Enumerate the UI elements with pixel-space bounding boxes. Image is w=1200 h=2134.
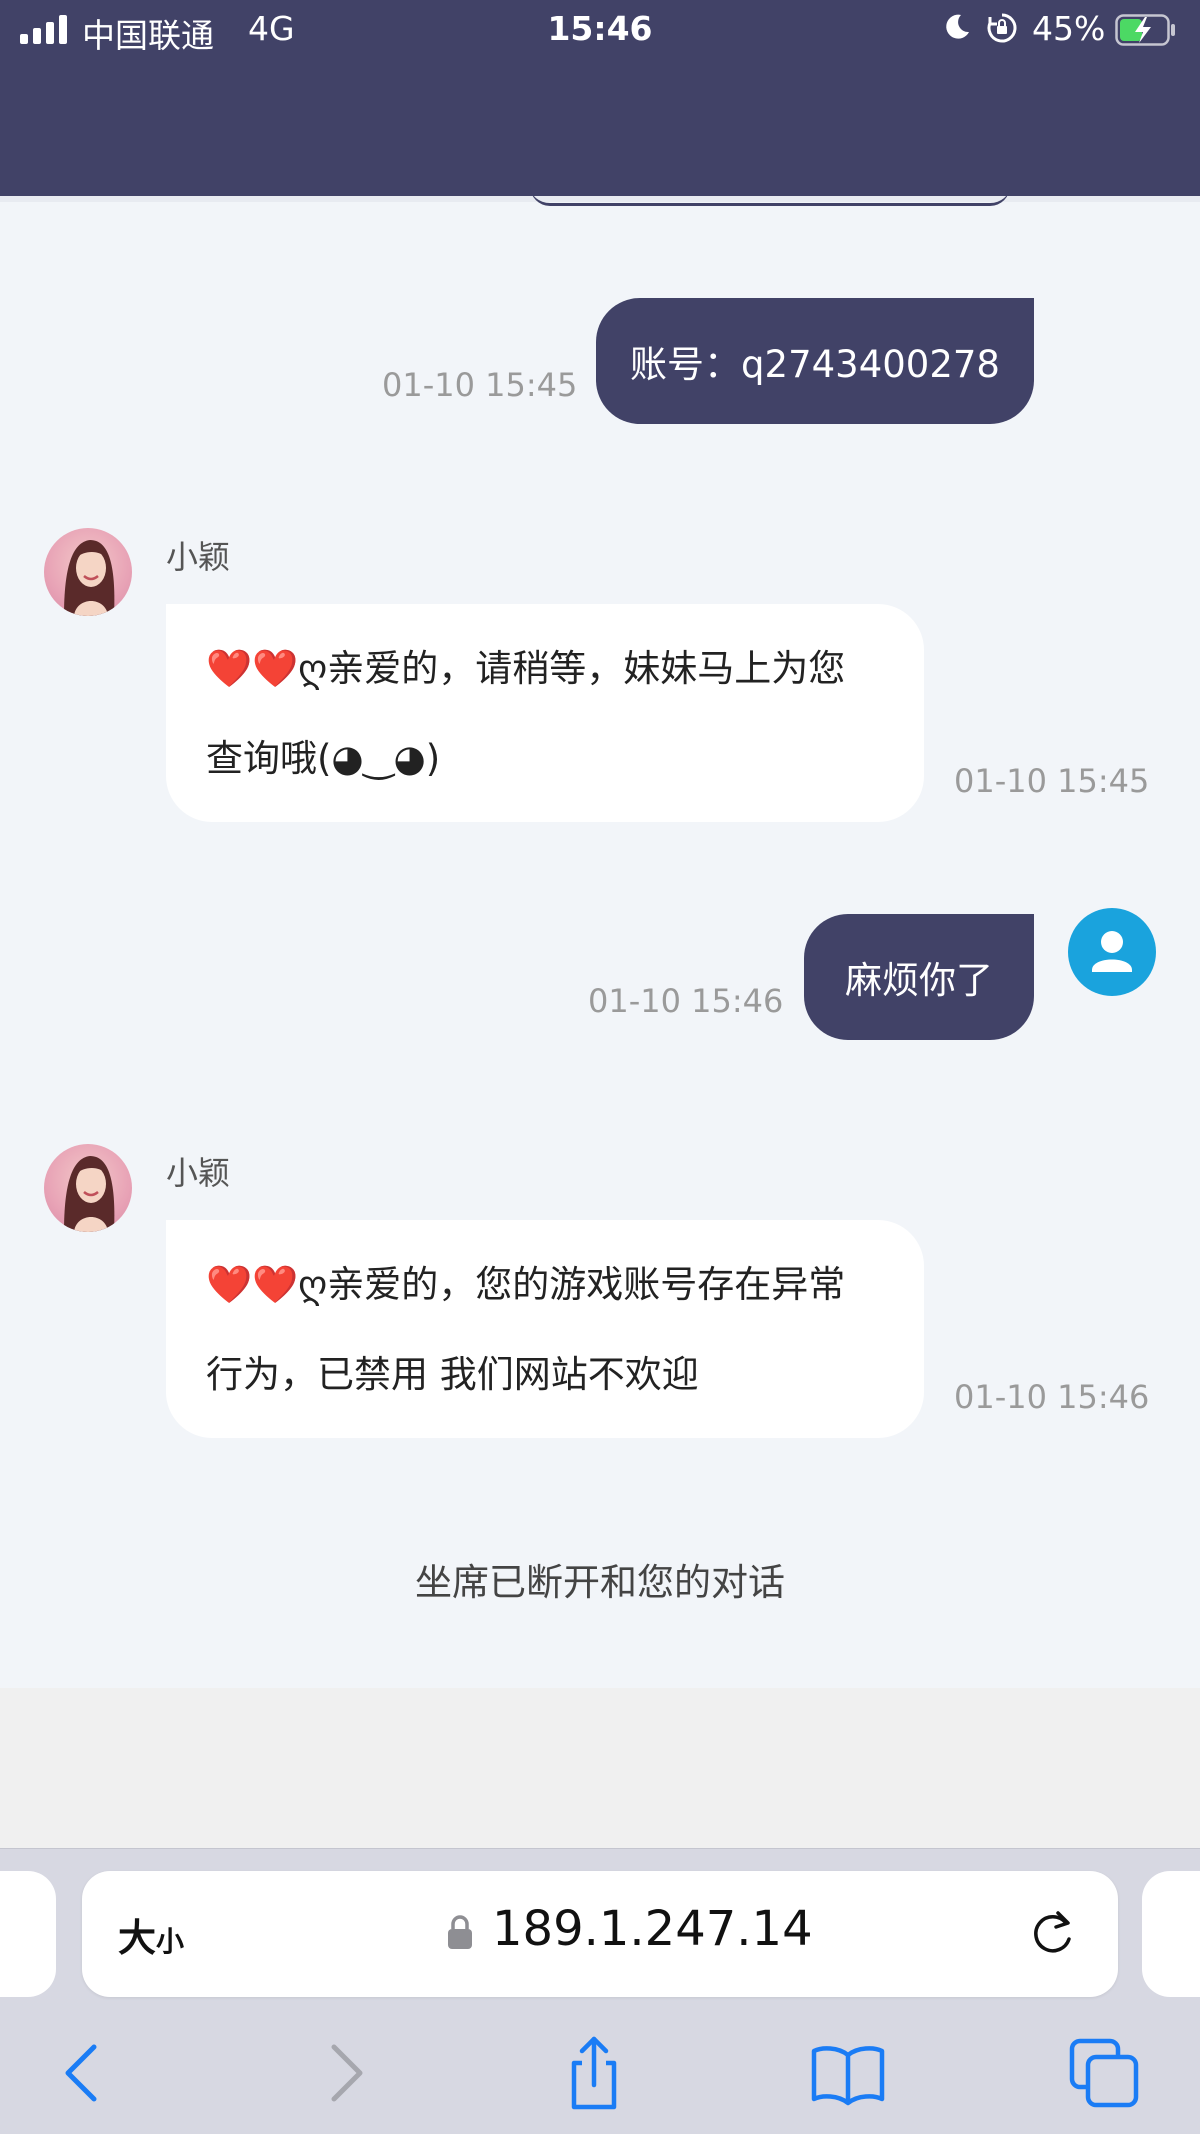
agent-avatar[interactable] [44, 528, 132, 616]
message-time: 01-10 15:45 [954, 762, 1150, 800]
text-size-small-label: 小 [156, 1925, 185, 1958]
app-header: 中国联通 4G 15:46 45% [0, 0, 1200, 196]
share-icon[interactable] [554, 2033, 634, 2113]
blank-input-area [0, 1688, 1200, 1848]
message-time: 01-10 15:46 [588, 982, 784, 1020]
message-line: 查询哦(◕‿◕) [206, 737, 441, 780]
message-line: ❤️❤️ღ亲爱的，请稍等，妹妹马上为您 [206, 647, 846, 690]
message-line: ❤️❤️ღ亲爱的，您的游戏账号存在异常 [206, 1263, 846, 1306]
previous-message-edge [530, 186, 1010, 206]
next-tab-pill[interactable] [1142, 1871, 1200, 1997]
back-icon[interactable] [44, 2033, 124, 2113]
reload-icon[interactable] [1028, 1907, 1078, 1959]
agent-name: 小颖 [166, 1154, 231, 1192]
previous-tab-pill[interactable] [0, 1871, 56, 1997]
user-person-icon [1092, 931, 1132, 972]
browser-toolbar [0, 2009, 1200, 2134]
browser-chrome: 大小 189.1.247.14 [0, 1848, 1200, 2134]
user-avatar[interactable] [1068, 908, 1156, 996]
message-time: 01-10 15:45 [382, 366, 578, 404]
agent-photo-icon [64, 540, 115, 616]
agent-name: 小颖 [166, 538, 231, 576]
address-bar[interactable]: 大小 189.1.247.14 [82, 1871, 1118, 1997]
battery-charging-icon [1115, 14, 1175, 46]
rotation-lock-icon [987, 13, 1017, 43]
agent-avatar[interactable] [44, 1144, 132, 1232]
lock-icon [448, 1915, 472, 1949]
disconnect-notice: 坐席已断开和您的对话 [415, 1561, 785, 1604]
message-time: 01-10 15:46 [954, 1378, 1150, 1416]
forward-icon[interactable] [304, 2033, 384, 2113]
message-line: 行为，已禁用 我们网站不欢迎 [206, 1353, 699, 1396]
status-bar: 中国联通 4G 15:46 45% [0, 0, 1200, 60]
agent-photo-icon [64, 1156, 115, 1232]
battery-percentage: 45% [1032, 9, 1106, 48]
incoming-message-bubble[interactable]: ❤️❤️ღ亲爱的，请稍等，妹妹马上为您 查询哦(◕‿◕) [166, 604, 924, 822]
text-size-button[interactable]: 大小 [118, 1907, 184, 1962]
text-size-large-label: 大 [118, 1916, 157, 1960]
outgoing-message-bubble[interactable]: 账号：q2743400278 [596, 298, 1034, 424]
do-not-disturb-moon-icon [946, 14, 969, 39]
status-time: 15:46 [547, 9, 653, 48]
chat-area[interactable]: 01-10 15:45 账号：q2743400278 小颖 ❤️❤️ღ亲爱的，请… [0, 202, 1200, 1688]
url-text[interactable]: 189.1.247.14 [492, 1901, 813, 1957]
tabs-icon[interactable] [1064, 2033, 1144, 2113]
outgoing-message-bubble[interactable]: 麻烦你了 [804, 914, 1034, 1040]
bookmarks-icon[interactable] [808, 2033, 888, 2113]
incoming-message-bubble[interactable]: ❤️❤️ღ亲爱的，您的游戏账号存在异常 行为，已禁用 我们网站不欢迎 [166, 1220, 924, 1438]
